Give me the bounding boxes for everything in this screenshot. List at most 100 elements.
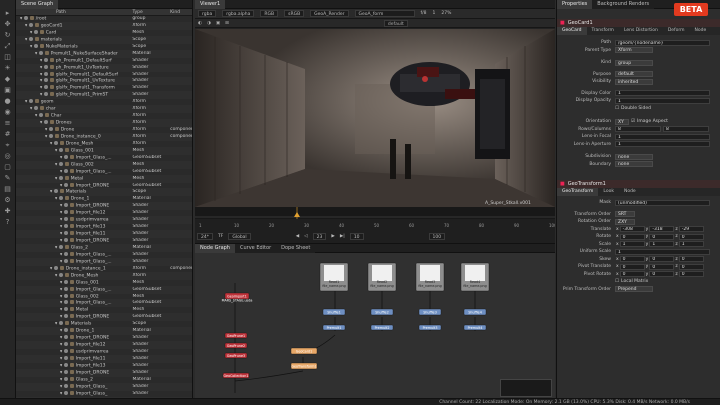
tree-row[interactable]: ▾ Drone_1 Material	[16, 328, 192, 336]
graph-node[interactable]: GeoCollection1	[222, 372, 250, 379]
graph-node[interactable]: GeoTransform1	[290, 362, 318, 370]
rotate-y-field[interactable]: 0	[649, 233, 675, 240]
tree-row[interactable]: ▾ Import_DRONE Shader	[16, 335, 192, 343]
subtab-node[interactable]: Node	[690, 27, 712, 35]
visibility-icon[interactable]	[63, 168, 68, 173]
graph-node[interactable]: Read4file_name.png	[460, 262, 490, 292]
tab-dope-sheet[interactable]: Dope Sheet	[276, 244, 316, 253]
visibility-icon[interactable]	[33, 106, 38, 111]
tree-row[interactable]: ▾ Import_file11 Shader	[16, 231, 192, 238]
visibility-icon[interactable]	[63, 203, 68, 208]
graph-node[interactable]: GeoImport1MARS_STAGE.usda	[222, 292, 253, 302]
rotate-z-field[interactable]: 0	[678, 233, 704, 240]
visibility-icon[interactable]	[63, 383, 68, 388]
viewer-tool-icon[interactable]: ⊞	[225, 21, 229, 26]
visibility-icon[interactable]	[63, 182, 68, 187]
lens-aperture-field[interactable]: 1	[615, 141, 710, 148]
tab-properties[interactable]: Properties	[557, 0, 593, 9]
visibility-icon[interactable]	[43, 64, 48, 69]
tree-row[interactable]: ▾ Glass_002 Mesh	[16, 293, 192, 301]
display-color-field[interactable]: 1	[615, 90, 710, 97]
visibility-icon[interactable]	[43, 57, 48, 62]
visibility-icon[interactable]	[63, 328, 68, 333]
path-field[interactable]: /geom/{nodename}	[615, 39, 710, 46]
graph-node[interactable]: Premult2	[370, 324, 394, 331]
tree-row[interactable]: ▾ Drone_instance_1Xformcomponent	[16, 265, 192, 273]
tree-row[interactable]: ▾ glslfx_Premult1_UvTexture Shader	[16, 78, 192, 86]
current-frame-field[interactable]: 23	[312, 233, 327, 240]
scale-z-field[interactable]: 1	[678, 241, 704, 248]
scale-icon[interactable]: ⤢	[3, 42, 13, 50]
double-sided-checkbox[interactable]: ☐	[615, 105, 619, 113]
rotate-x-field[interactable]: 0	[619, 233, 645, 240]
viewport[interactable]: A_Super_Stkall.v001	[195, 29, 555, 207]
translate-x-field[interactable]: -308	[619, 226, 645, 233]
tab-curve-editor[interactable]: Curve Editor	[234, 244, 277, 253]
visibility-icon[interactable]	[28, 22, 33, 27]
camera-icon[interactable]: ◫	[3, 53, 13, 61]
pivot-rotate-y-field[interactable]: 0	[649, 271, 675, 278]
visibility-icon[interactable]	[43, 78, 48, 83]
subdivision-select[interactable]: none	[615, 153, 653, 160]
graph-node[interactable]: Read3file_name.png	[415, 262, 445, 292]
visibility-icon[interactable]	[58, 196, 63, 201]
skew-z-field[interactable]: 0	[678, 256, 704, 263]
visibility-icon[interactable]	[58, 175, 63, 180]
kind-select[interactable]: group	[615, 59, 653, 66]
tree-row[interactable]: ▾ glslfx_Premult1_Transform Shader	[16, 85, 192, 93]
visibility-icon[interactable]	[63, 314, 68, 319]
visibility-icon[interactable]	[63, 286, 68, 291]
tree-row[interactable]: ▾ Glass_2 Material	[16, 244, 192, 252]
visibility-icon[interactable]	[23, 16, 28, 20]
visibility-icon[interactable]	[63, 342, 68, 347]
tree-row[interactable]: ▾ Import_file11 Shader	[16, 355, 192, 363]
prim-transform-order-select[interactable]: Prepend	[615, 286, 653, 293]
tree-row[interactable]: ▾ Import_Glass_... GeomSubset	[16, 168, 192, 176]
visibility-icon[interactable]	[63, 154, 68, 159]
translate-y-field[interactable]: -318	[649, 226, 675, 233]
global-select[interactable]: Global	[228, 233, 251, 240]
help-icon[interactable]: ?	[3, 218, 13, 226]
graph-node[interactable]: Premult1	[322, 324, 346, 331]
subtab-look[interactable]: Look	[598, 188, 619, 196]
eye-icon[interactable]: ◎	[3, 152, 13, 160]
lock-icon[interactable]: ▢	[3, 163, 13, 171]
scale-y-field[interactable]: 1	[649, 241, 675, 248]
tree-row[interactable]: ▾ Glass_001 Mesh	[16, 279, 192, 287]
subtab-transform[interactable]: Transform	[587, 27, 619, 35]
visibility-icon[interactable]	[63, 224, 68, 229]
visibility-icon[interactable]	[63, 390, 68, 395]
visibility-icon[interactable]	[28, 36, 33, 41]
visibility-icon[interactable]	[48, 133, 53, 138]
tree-row[interactable]: ▾ Drone_Mesh Xform	[16, 140, 192, 148]
display-opacity-field[interactable]: 1	[615, 97, 710, 104]
frame-label[interactable]: 1	[432, 11, 435, 16]
tree-row[interactable]: ▾ ph_Premult1_UvTexture Shader	[16, 64, 192, 72]
tree-row[interactable]: ▾ Import_Glass_ Shader	[16, 383, 192, 391]
subtab-geotransform[interactable]: GeoTransform	[557, 188, 599, 196]
tree-row[interactable]: ▾ Materials Scope	[16, 321, 192, 329]
graph-node[interactable]: Read1file_name.png	[319, 262, 349, 292]
pivot-translate-x-field[interactable]: 0	[619, 263, 645, 270]
transform-order-select[interactable]: SRT	[615, 211, 635, 218]
fstop-label[interactable]: f/8	[421, 11, 427, 16]
visibility-icon[interactable]	[38, 50, 43, 55]
graph-node[interactable]: Premult3	[418, 324, 442, 331]
visibility-icon[interactable]	[63, 217, 68, 222]
next-frame-icon[interactable]: ▶|	[340, 234, 345, 239]
tree-row[interactable]: ▾ Import_DRONE GeomSubset	[16, 314, 192, 322]
visibility-icon[interactable]	[53, 140, 58, 145]
grid-icon[interactable]: #	[3, 130, 13, 138]
columns-field[interactable]: 8	[663, 126, 709, 133]
tree-row[interactable]: ▾ char Xform	[16, 106, 192, 114]
light-icon[interactable]: ☀	[3, 64, 13, 72]
tree-row[interactable]: ▾ /root group	[16, 16, 192, 23]
tree-row[interactable]: ▾ Import_Glass_... Shader	[16, 258, 192, 266]
subtab-deform[interactable]: Deform	[663, 27, 690, 35]
subtab-geocard[interactable]: GeoCard	[557, 27, 587, 35]
snap-icon[interactable]: ⌖	[3, 141, 13, 149]
tree-row[interactable]: ▾ Glass_001 Mesh	[16, 147, 192, 155]
tab-node-graph[interactable]: Node Graph	[195, 244, 235, 253]
visibility-icon[interactable]	[63, 307, 68, 312]
tree-row[interactable]: ▾ Premult1_NukeSurfaceShader Material	[16, 50, 192, 58]
